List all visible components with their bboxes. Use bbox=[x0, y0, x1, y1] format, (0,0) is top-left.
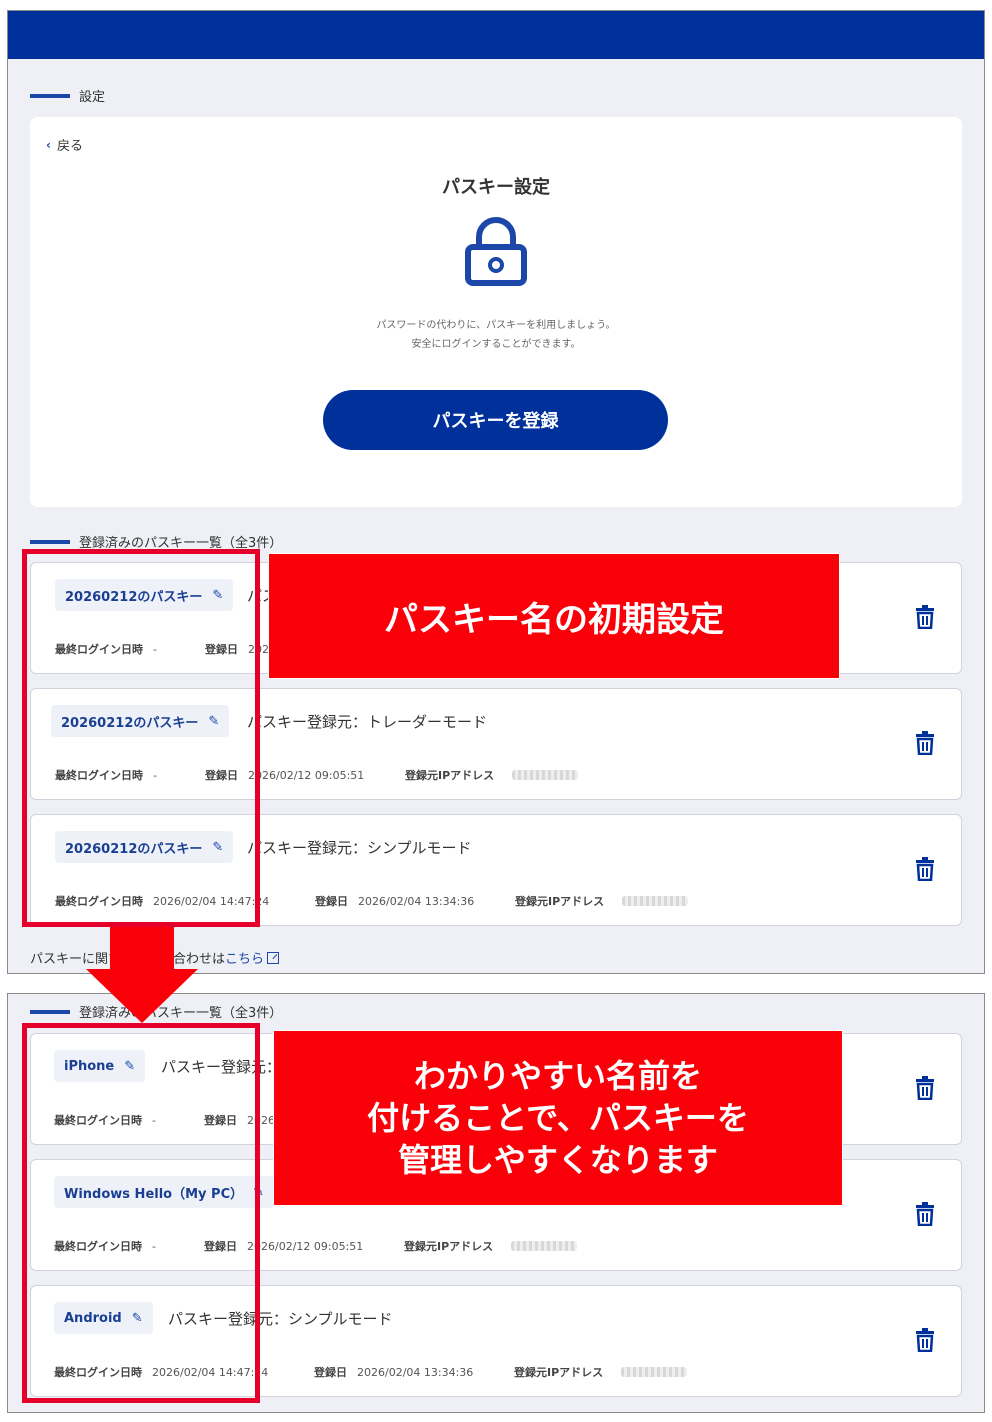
heading-accent-bar bbox=[30, 539, 70, 544]
back-link[interactable]: ‹ 戻る bbox=[46, 135, 83, 155]
registered-value: 2026/02/04 13:34:36 bbox=[357, 1365, 474, 1379]
registered-label: 登録日 bbox=[314, 1366, 347, 1379]
section-heading-label: 設定 bbox=[79, 90, 106, 105]
down-arrow-icon bbox=[86, 927, 198, 1023]
registered-value: 2026/02/12 09:05:51 bbox=[248, 768, 365, 782]
trash-icon[interactable] bbox=[915, 1328, 935, 1352]
heading-accent-bar bbox=[30, 93, 70, 98]
passkey-source: パスキー登録元：トレーダーモード bbox=[247, 713, 488, 731]
highlight-outline-bottom bbox=[22, 1023, 260, 1403]
description-line-2: 安全にログインすることができます。 bbox=[411, 339, 581, 350]
page-title: パスキー設定 bbox=[442, 177, 550, 198]
ip-redacted bbox=[621, 1367, 688, 1377]
callout-line-1: わかりやすい名前を bbox=[413, 1057, 702, 1095]
description-line-1: パスワードの代わりに、パスキーを利用しましょう。 bbox=[376, 320, 616, 331]
section-heading-settings: 設定 bbox=[30, 86, 105, 105]
chevron-left-icon: ‹ bbox=[46, 137, 51, 152]
trash-icon[interactable] bbox=[915, 1202, 935, 1226]
trash-icon[interactable] bbox=[915, 605, 935, 629]
registered-value: 2026/02/04 13:34:36 bbox=[358, 894, 475, 908]
trash-icon[interactable] bbox=[915, 731, 935, 755]
ip-meta: 登録元IPアドレス bbox=[405, 767, 579, 783]
lock-icon bbox=[465, 217, 527, 286]
registered-meta: 登録日 2026/02/04 13:34:36 bbox=[315, 893, 474, 909]
contact-link[interactable]: こちら bbox=[225, 952, 264, 967]
ip-redacted bbox=[512, 770, 579, 780]
ip-meta: 登録元IPアドレス bbox=[404, 1238, 578, 1254]
registered-label: 登録日 bbox=[315, 895, 348, 908]
callout-line-3: 管理しやすくなります bbox=[398, 1141, 718, 1179]
external-link-icon[interactable] bbox=[267, 952, 280, 964]
header-bar bbox=[8, 11, 984, 59]
callout-initial-name-text: パスキー名の初期設定 bbox=[384, 599, 724, 640]
ip-label: 登録元IPアドレス bbox=[405, 769, 495, 782]
trash-icon[interactable] bbox=[915, 1076, 935, 1100]
ip-redacted bbox=[622, 896, 689, 906]
callout-initial-name: パスキー名の初期設定 bbox=[268, 553, 840, 679]
ip-meta: 登録元IPアドレス bbox=[514, 1364, 688, 1380]
ip-label: 登録元IPアドレス bbox=[514, 1366, 604, 1379]
ip-label: 登録元IPアドレス bbox=[515, 895, 605, 908]
register-passkey-button[interactable]: パスキーを登録 bbox=[323, 390, 668, 450]
callout-friendly-name: わかりやすい名前を 付けることで、パスキーを 管理しやすくなります bbox=[273, 1030, 843, 1206]
ip-meta: 登録元IPアドレス bbox=[515, 893, 689, 909]
highlight-outline-top bbox=[22, 549, 260, 927]
heading-accent-bar bbox=[30, 1009, 70, 1014]
passkey-settings-card: ‹ 戻る パスキー設定 パスワードの代わりに、パスキーを利用しましょう。 安全に… bbox=[30, 117, 962, 507]
registered-value: 2026/02/12 09:05:51 bbox=[247, 1239, 364, 1253]
back-label: 戻る bbox=[56, 139, 83, 154]
trash-icon[interactable] bbox=[915, 857, 935, 881]
ip-label: 登録元IPアドレス bbox=[404, 1240, 494, 1253]
callout-line-2: 付けることで、パスキーを bbox=[367, 1099, 749, 1137]
passkey-source: パスキー登録元：シンプルモード bbox=[247, 839, 472, 857]
registered-meta: 登録日 2026/02/04 13:34:36 bbox=[314, 1364, 473, 1380]
ip-redacted bbox=[511, 1241, 578, 1251]
